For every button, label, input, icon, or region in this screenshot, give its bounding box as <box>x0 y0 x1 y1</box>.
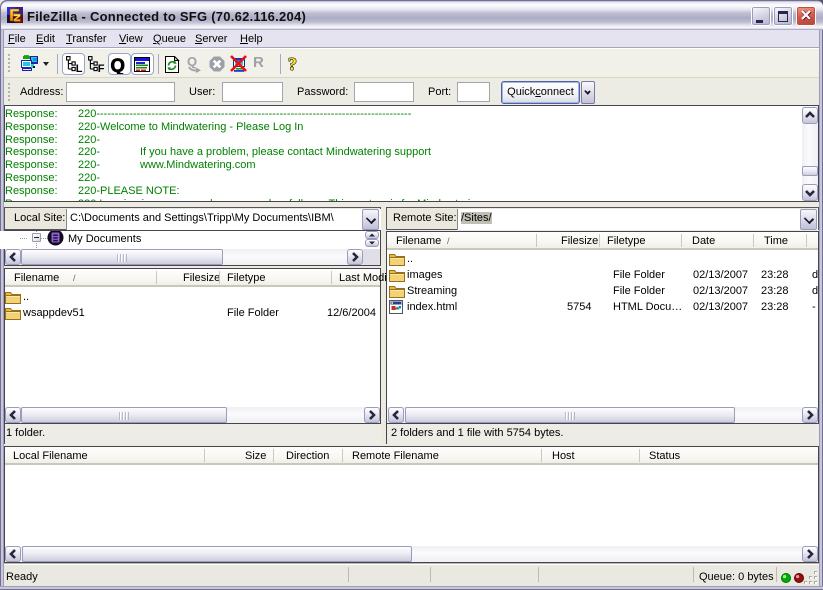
svg-text:Q: Q <box>187 54 197 69</box>
svg-text:?: ? <box>288 54 297 74</box>
svg-text:L: L <box>76 63 83 73</box>
svg-text:Q: Q <box>111 55 125 74</box>
svg-text:F: F <box>98 63 105 73</box>
